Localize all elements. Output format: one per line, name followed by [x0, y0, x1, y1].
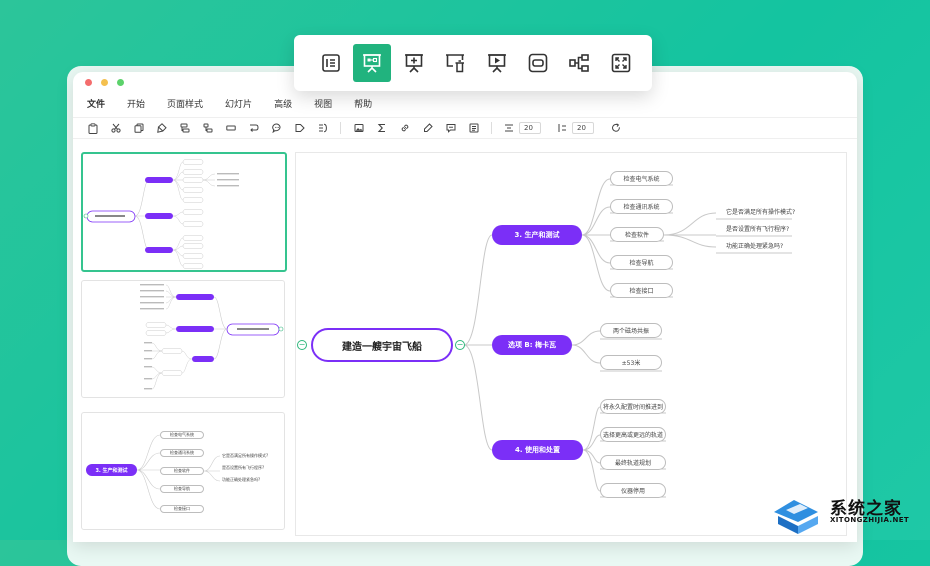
- menu-start[interactable]: 开始: [127, 97, 145, 110]
- thumb-3-grandchild: 功能正确处理紧急吗?: [222, 477, 261, 482]
- menu-bar: 文件 开始 页面样式 幻灯片 高级 视图 帮助: [73, 92, 857, 114]
- link-icon[interactable]: [399, 123, 410, 134]
- formatting-toolbar: 20 20: [73, 117, 857, 139]
- subtopic-flight-procedures[interactable]: 是否设置所有飞行程序?: [726, 224, 789, 233]
- slides-panel: 3. 生产和测试 检查电气系统 检查通讯系统 检查软件 检查导航 检查接口 它是…: [81, 152, 287, 534]
- topic-check-navigation[interactable]: 检查导航: [610, 255, 673, 270]
- horizontal-spacing-input[interactable]: 20: [519, 122, 541, 134]
- horizontal-spacing-icon: [505, 124, 513, 132]
- menu-file[interactable]: 文件: [87, 97, 105, 110]
- thumb-3-child: 检查接口: [160, 505, 204, 513]
- play-slideshow-icon: [487, 54, 506, 73]
- vertical-spacing-control: 20: [557, 122, 594, 134]
- topic-53-meters[interactable]: ±53米: [600, 355, 662, 370]
- menu-advanced[interactable]: 高级: [274, 97, 292, 110]
- play-slideshow-button[interactable]: [478, 44, 516, 82]
- thumb-3-grandchild: 是否设置所有飞行程序?: [222, 465, 265, 470]
- summary-icon[interactable]: [317, 123, 328, 134]
- menu-help[interactable]: 帮助: [354, 97, 372, 110]
- branch-slide-button[interactable]: [560, 44, 598, 82]
- thumb-3-grandchild: 它是否满足所有操作模式?: [222, 453, 269, 458]
- branch-use-disposal[interactable]: 4. 使用和处置: [492, 440, 583, 460]
- mindmap-canvas[interactable]: − 建造一艘宇宙飞船 − 3. 生产和测试 选项 B: 梅卡瓦 4. 使用和处置…: [295, 152, 847, 536]
- fullscreen-icon: [611, 53, 631, 73]
- thumb-3-child: 检查软件: [160, 467, 204, 475]
- comment-icon[interactable]: [445, 123, 456, 134]
- subtopic-emergency-handling[interactable]: 功能正确处理紧急吗?: [726, 241, 783, 250]
- collapse-toggle-right[interactable]: −: [455, 340, 465, 350]
- presentation-icon: [363, 54, 382, 73]
- root-topic[interactable]: 建造一艘宇宙飞船: [311, 328, 453, 362]
- presentation-button[interactable]: [353, 44, 392, 82]
- fullscreen-button[interactable]: [602, 44, 640, 82]
- slide-thumbnail-3[interactable]: 3. 生产和测试 检查电气系统 检查通讯系统 检查软件 检查导航 检查接口 它是…: [81, 412, 285, 530]
- fit-slide-button[interactable]: [519, 44, 557, 82]
- subtopic-operating-modes[interactable]: 它是否满足所有操作模式?: [726, 207, 795, 216]
- delete-slide-button[interactable]: [436, 44, 474, 82]
- watermark-url: XITONGZHIJIA.NET: [830, 516, 910, 524]
- branch-production-testing[interactable]: 3. 生产和测试: [492, 225, 582, 245]
- copy-icon[interactable]: [133, 123, 144, 134]
- toolbar-divider: [340, 122, 341, 134]
- vertical-spacing-icon: [558, 124, 566, 132]
- outline-view-icon: [322, 54, 340, 72]
- horizontal-spacing-control: 20: [504, 122, 541, 134]
- topic-check-electrical[interactable]: 检查电气系统: [610, 171, 673, 186]
- toolbar-divider: [491, 122, 492, 134]
- branch-option-b[interactable]: 选项 B: 梅卡瓦: [492, 335, 572, 355]
- menu-slides[interactable]: 幻灯片: [225, 97, 252, 110]
- slide-thumbnail-1-preview: [83, 159, 239, 269]
- watermark-logo: [774, 500, 818, 534]
- topic-final-orbit-plan[interactable]: 最终轨道规划: [600, 455, 666, 470]
- topic-check-comms[interactable]: 检查通讯系统: [610, 199, 673, 214]
- site-watermark: 系统之家 XITONGZHIJIA.NET: [770, 490, 930, 540]
- outline-icon[interactable]: [468, 123, 479, 134]
- add-slide-button[interactable]: [395, 44, 433, 82]
- branch-slide-icon: [569, 54, 590, 72]
- refresh-icon[interactable]: [610, 123, 621, 134]
- menu-page-style[interactable]: 页面样式: [167, 97, 203, 110]
- add-slide-icon: [404, 54, 423, 73]
- topic-check-software[interactable]: 检查软件: [610, 227, 664, 242]
- topic-check-interface[interactable]: 检查接口: [610, 283, 673, 298]
- app-window: 文件 开始 页面样式 幻灯片 高级 视图 帮助 20 20 3. 生产和测试 检…: [73, 72, 857, 542]
- callout-icon[interactable]: [271, 123, 282, 134]
- topic-higher-orbit[interactable]: 选择更高或更远的轨道: [600, 427, 666, 442]
- maximize-window-button[interactable]: [117, 79, 124, 86]
- scissors-icon[interactable]: [110, 123, 121, 134]
- thumb-3-child: 检查通讯系统: [160, 449, 204, 457]
- thumb-3-main-topic: 3. 生产和测试: [86, 464, 137, 476]
- topic-propulsion-config[interactable]: 将永久配置时间推进到: [600, 399, 666, 414]
- slide-toolbar: [294, 35, 652, 91]
- clipboard-icon[interactable]: [87, 122, 98, 134]
- image-icon[interactable]: [353, 123, 364, 134]
- tag-icon[interactable]: [294, 123, 305, 134]
- close-window-button[interactable]: [85, 79, 92, 86]
- vertical-spacing-input[interactable]: 20: [572, 122, 594, 134]
- topic-instrument-decommission[interactable]: 仪器停用: [600, 483, 666, 498]
- boundary-icon[interactable]: [225, 123, 236, 134]
- format-brush-icon[interactable]: [156, 123, 167, 134]
- fit-slide-icon: [528, 53, 548, 73]
- menu-view[interactable]: 视图: [314, 97, 332, 110]
- minimize-window-button[interactable]: [101, 79, 108, 86]
- relationship-icon[interactable]: [248, 123, 259, 134]
- highlighter-icon[interactable]: [422, 123, 433, 134]
- slide-thumbnail-1[interactable]: [81, 152, 287, 272]
- slide-thumbnail-2-preview: [140, 284, 284, 390]
- topic-magnetic-resonance[interactable]: 两个磁场共振: [600, 323, 662, 338]
- insert-subtopic-icon[interactable]: [179, 123, 190, 134]
- thumb-3-child: 检查导航: [160, 485, 204, 493]
- formula-icon[interactable]: [376, 123, 387, 134]
- collapse-toggle-left[interactable]: −: [297, 340, 307, 350]
- outline-view-button[interactable]: [312, 44, 350, 82]
- insert-topic-icon[interactable]: [202, 123, 213, 134]
- thumb-3-child: 检查电气系统: [160, 431, 204, 439]
- delete-slide-icon: [446, 54, 465, 73]
- slide-thumbnail-2[interactable]: [81, 280, 285, 398]
